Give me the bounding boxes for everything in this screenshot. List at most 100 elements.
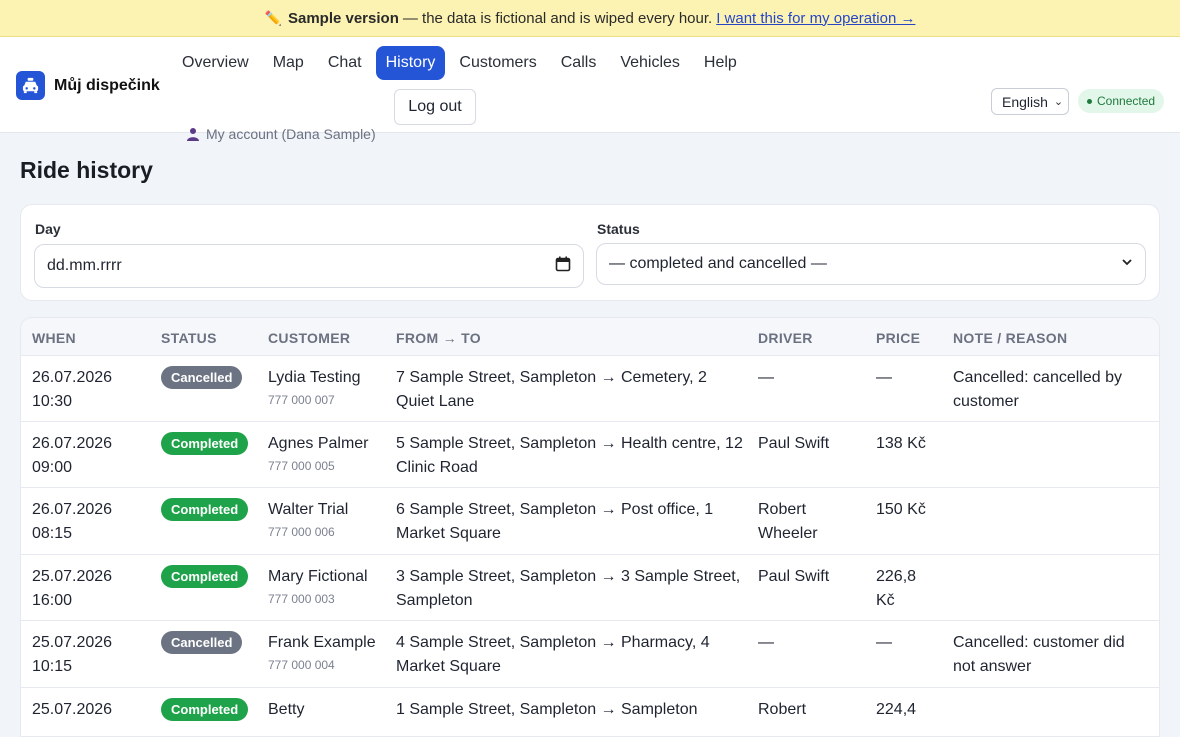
connection-status-text: Connected: [1097, 94, 1156, 108]
ride-price: 138 Kč: [876, 435, 926, 452]
brand[interactable]: Můj dispečink: [16, 71, 160, 100]
ride-price-continued: Kč: [876, 592, 895, 609]
customer-name: Betty: [268, 701, 305, 718]
my-account-link[interactable]: My account (Dana Sample): [186, 126, 376, 142]
route: 3 Sample Street, Sampleton → 3 Sample St…: [396, 568, 741, 585]
language-value: English: [1002, 93, 1048, 110]
chevron-down-icon: [1121, 255, 1133, 273]
status-dot-icon: [1087, 98, 1092, 104]
ride-time: 10:30: [32, 393, 73, 410]
connection-status-badge: Connected: [1078, 89, 1165, 113]
ride-price: 224,4: [876, 701, 917, 718]
ride-time: 08:15: [32, 525, 73, 542]
status-select[interactable]: — completed and cancelled —: [596, 243, 1146, 285]
route: 5 Sample Street, Sampleton → Health cent…: [396, 435, 743, 452]
route-continued: Market Square: [396, 658, 501, 675]
demo-banner: ✏️ Sample version — the data is fictiona…: [0, 0, 1180, 37]
status-label: Status: [597, 221, 640, 237]
status-badge: Cancelled: [161, 366, 243, 389]
ride-price: 226,8: [876, 568, 917, 585]
ride-date: 25.07.2026: [32, 701, 113, 718]
tab-help[interactable]: Help: [694, 46, 747, 80]
ride-note: Cancelled: customer did: [953, 634, 1125, 651]
ride-time: 16:00: [32, 592, 73, 609]
status-badge: Completed: [161, 565, 249, 588]
ride-note: Cancelled: cancelled by: [953, 369, 1122, 386]
ride-price: 150 Kč: [876, 501, 926, 518]
table-row[interactable]: 25.07.2026 16:00 Completed Mary Fictional 77…: [21, 555, 1159, 621]
ride-time: 09:00: [32, 459, 73, 476]
status-badge: Completed: [161, 432, 249, 455]
customer-name: Frank Example: [268, 634, 376, 651]
column-header[interactable]: NOTE / REASON: [953, 330, 1067, 346]
customer-phone: 777 000 005: [268, 459, 335, 473]
ride-date: 25.07.2026: [32, 568, 113, 585]
ride-price: —: [876, 634, 892, 651]
driver-name: —: [758, 634, 774, 651]
ride-date: 26.07.2026: [32, 435, 113, 452]
driver-name: —: [758, 369, 774, 386]
customer-name: Mary Fictional: [268, 568, 368, 585]
route: 7 Sample Street, Sampleton → Cemetery, 2: [396, 369, 707, 386]
column-header[interactable]: FROM → TO: [396, 330, 481, 346]
route: 4 Sample Street, Sampleton → Pharmacy, 4: [396, 634, 710, 651]
banner-cta-link[interactable]: I want this for my operation →: [716, 10, 915, 27]
customer-phone: 777 000 006: [268, 525, 335, 539]
status-badge: Completed: [161, 498, 249, 521]
day-date-input[interactable]: dd.mm.rrrr: [34, 244, 584, 288]
route-continued: Quiet Lane: [396, 393, 475, 410]
table-header: WHEN STATUS CUSTOMER FROM → TO DRIVER PRICE NO…: [21, 318, 1159, 356]
tab-calls[interactable]: Calls: [551, 46, 607, 80]
ride-price: —: [876, 369, 892, 386]
day-date-value: dd.mm.rrrr: [47, 257, 122, 274]
route: 6 Sample Street, Sampleton → Post office…: [396, 501, 714, 518]
top-navigation-bar: Můj dispečink Overview Map Chat History Cust…: [0, 37, 1180, 142]
column-header[interactable]: WHEN: [32, 330, 76, 346]
language-select[interactable]: English ⌄: [991, 88, 1069, 115]
filters-card: Day dd.mm.rrrr Status — completed and ca…: [20, 204, 1160, 301]
tab-history[interactable]: History: [375, 46, 446, 80]
route-continued: Market Square: [396, 525, 501, 542]
customer-name: Agnes Palmer: [268, 435, 369, 452]
tab-map[interactable]: Map: [263, 46, 314, 80]
column-header[interactable]: STATUS: [161, 330, 217, 346]
status-select-value: — completed and cancelled —: [609, 255, 827, 272]
customer-phone: 777 000 007: [268, 393, 335, 407]
table-row[interactable]: 26.07.2026 10:30 Cancelled Lydia Testing 777…: [21, 356, 1159, 422]
tab-vehicles[interactable]: Vehicles: [610, 46, 690, 80]
customer-name: Walter Trial: [268, 501, 349, 518]
column-header[interactable]: PRICE: [876, 330, 920, 346]
app-name: Můj dispečink: [54, 76, 160, 94]
chevron-down-icon: ⌄: [1053, 96, 1064, 108]
calendar-icon[interactable]: [555, 256, 571, 277]
table-row[interactable]: 26.07.2026 08:15 Completed Walter Trial 777 …: [21, 488, 1159, 555]
user-icon: [186, 127, 200, 141]
driver-name-continued: Wheeler: [758, 525, 818, 542]
driver-name: Robert: [758, 701, 807, 718]
ride-date: 26.07.2026: [32, 501, 113, 518]
banner-title: Sample version: [287, 9, 399, 27]
table-row[interactable]: 26.07.2026 09:00 Completed Agnes Palmer 777 …: [21, 422, 1159, 488]
driver-name: Robert: [758, 501, 807, 518]
route: 1 Sample Street, Sampleton → Sampleton: [396, 701, 698, 718]
table-row[interactable]: 25.07.2026 10:15 Cancelled Frank Example 777…: [21, 621, 1159, 688]
account-label: My account (Dana Sample): [206, 126, 376, 142]
column-header[interactable]: DRIVER: [758, 330, 813, 346]
logout-button[interactable]: Log out: [394, 89, 476, 125]
tab-customers[interactable]: Customers: [449, 46, 546, 80]
customer-phone: 777 000 003: [268, 592, 335, 606]
tab-overview[interactable]: Overview: [172, 46, 259, 80]
ride-date: 25.07.2026: [32, 634, 113, 651]
driver-name: Paul Swift: [758, 435, 830, 452]
page-title: Ride history: [20, 157, 153, 183]
table-body: 26.07.2026 10:30 Cancelled Lydia Testing 777…: [21, 356, 1159, 736]
ride-note-continued: not answer: [953, 658, 1032, 675]
ride-time: 10:15: [32, 658, 73, 675]
day-label: Day: [35, 221, 61, 237]
table-row[interactable]: 25.07.2026 Completed Betty 1 Sample Street,…: [21, 688, 1159, 736]
customer-phone: 777 000 004: [268, 658, 335, 672]
column-header[interactable]: CUSTOMER: [268, 330, 350, 346]
ride-note-continued: customer: [953, 393, 1019, 410]
ride-history-table: WHEN STATUS CUSTOMER FROM → TO DRIVER PRICE NO…: [20, 317, 1160, 737]
tab-chat[interactable]: Chat: [318, 46, 372, 80]
